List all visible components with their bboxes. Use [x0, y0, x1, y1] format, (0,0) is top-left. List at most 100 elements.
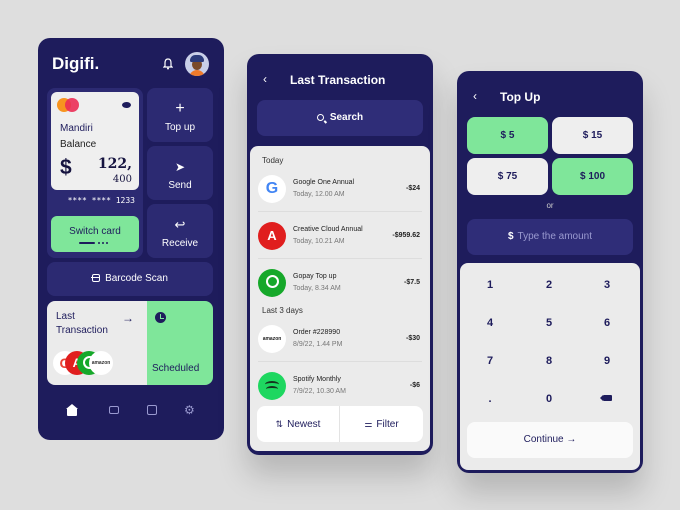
top-up-button[interactable]: + Top up [147, 88, 213, 142]
arrow-right-icon: → [122, 311, 134, 325]
merchant-logos: G A amazon [53, 351, 123, 377]
page-title: Last Transaction [290, 73, 386, 87]
list-item[interactable]: amazon Order #228990 8/9/22, 1.44 PM -$3… [258, 316, 422, 362]
settings-icon[interactable]: ⚙ [184, 404, 196, 416]
amount-input[interactable]: $ Type the amount [467, 219, 633, 255]
balance-label: Balance [60, 139, 97, 150]
header: ‹ Top Up [457, 71, 643, 121]
key-0[interactable]: 0 [524, 385, 574, 413]
filter-icon: ⚌ [364, 419, 373, 429]
transaction-time: 8/9/22, 1.44 PM [293, 341, 343, 348]
backspace-icon [599, 395, 612, 401]
spotify-logo-icon [258, 372, 286, 400]
transaction-amount: -$24 [405, 185, 420, 192]
last-transaction-label: Last Transaction [56, 311, 108, 336]
adobe-logo-icon: A [258, 222, 286, 250]
key-3[interactable]: 3 [582, 271, 632, 299]
back-icon[interactable]: ‹ [263, 72, 267, 86]
switch-card-label: Switch card [69, 226, 121, 237]
search-icon [316, 114, 324, 121]
sort-label: Newest [287, 419, 321, 430]
balance-cents: 400 [112, 174, 132, 185]
amount-option[interactable]: $ 15 [552, 117, 633, 154]
filter-label: Filter [376, 419, 399, 430]
bell-icon[interactable] [163, 58, 173, 70]
sort-newest-button[interactable]: ⇅ Newest [257, 406, 340, 442]
scheduled-label: Scheduled [152, 363, 200, 374]
transaction-time: 7/9/22, 10.30 AM [293, 388, 346, 395]
key-decimal[interactable]: . [465, 385, 515, 413]
header: ‹ Last Transaction [247, 54, 433, 104]
list-item[interactable]: A Creative Cloud Annual Today, 10.21 AM … [258, 213, 422, 259]
continue-button[interactable]: Continue → [467, 422, 633, 458]
scheduled-tile[interactable]: Scheduled [147, 301, 213, 385]
send-button[interactable]: ➤ Send [147, 146, 213, 200]
transaction-amount: -$959.62 [392, 232, 420, 239]
send-label: Send [168, 180, 192, 191]
key-4[interactable]: 4 [465, 309, 515, 337]
transaction-time: Today, 12.00 AM [293, 191, 345, 198]
amount-placeholder: Type the amount [517, 231, 593, 242]
backspace-key[interactable] [582, 385, 632, 413]
back-icon[interactable]: ‹ [473, 89, 477, 103]
key-9[interactable]: 9 [582, 347, 632, 375]
plus-icon: + [175, 100, 185, 117]
or-divider: or [546, 201, 554, 210]
eye-icon[interactable] [122, 102, 131, 108]
list-item[interactable]: G Google One Annual Today, 12.00 AM -$24 [258, 166, 422, 212]
app-logo: Digifi. [52, 54, 100, 73]
bottom-nav: ⚙ [38, 398, 224, 422]
section-label: Today [262, 156, 284, 165]
transaction-amount: -$30 [405, 335, 420, 342]
transaction-name: Gopay Top up [293, 273, 337, 280]
transactions-screen: ‹ Last Transaction Search Today G Google… [247, 54, 433, 455]
key-7[interactable]: 7 [465, 347, 515, 375]
send-icon: ➤ [174, 160, 186, 174]
key-2[interactable]: 2 [524, 271, 574, 299]
card-number: **** **** 1233 [67, 196, 135, 205]
clock-icon [155, 312, 166, 323]
transaction-amount: -$7.5 [404, 279, 420, 286]
filter-button[interactable]: ⚌ Filter [340, 406, 423, 442]
chart-icon[interactable] [146, 404, 158, 416]
receive-button[interactable]: ↩ Receive [147, 204, 213, 258]
wallet-panel: Mandiri Balance $ 122, 400 **** **** 123… [47, 88, 143, 258]
list-item[interactable]: Gopay Top up Today, 8.34 AM -$7.5 [258, 260, 422, 306]
barcode-icon [91, 274, 101, 282]
topup-screen: ‹ Top Up $ 5 $ 15 $ 75 $ 100 or $ Type th… [457, 71, 643, 473]
key-5[interactable]: 5 [524, 309, 574, 337]
top-up-label: Top up [164, 122, 196, 133]
mail-icon[interactable] [108, 404, 120, 416]
bank-name: Mandiri [60, 123, 93, 134]
transaction-amount: -$6 [409, 382, 420, 389]
amount-option[interactable]: $ 100 [552, 158, 633, 195]
numeric-keypad: 1 2 3 4 5 6 7 8 9 . 0 Continue → [460, 263, 640, 470]
page-title: Top Up [500, 90, 541, 104]
pager-indicator [79, 242, 109, 245]
balance-card[interactable]: Mandiri Balance $ 122, 400 [51, 92, 139, 190]
transaction-name: Spotify Monthly [293, 376, 341, 383]
receive-label: Receive [161, 238, 199, 249]
key-6[interactable]: 6 [582, 309, 632, 337]
key-8[interactable]: 8 [524, 347, 574, 375]
transaction-name: Google One Annual [293, 179, 355, 186]
home-icon[interactable] [66, 404, 78, 416]
list-item[interactable]: Spotify Monthly 7/9/22, 10.30 AM -$6 [258, 363, 422, 409]
amount-option[interactable]: $ 5 [467, 117, 548, 154]
balance-amount: 122, [97, 156, 132, 172]
search-button[interactable]: Search [257, 100, 423, 136]
transaction-time: Today, 10.21 AM [293, 238, 345, 245]
switch-card-button[interactable]: Switch card [51, 216, 139, 252]
transaction-name: Order #228990 [293, 329, 341, 336]
amazon-logo-icon: amazon [258, 325, 286, 353]
barcode-scan-button[interactable]: Barcode Scan [47, 262, 213, 296]
key-1[interactable]: 1 [465, 271, 515, 299]
amount-option[interactable]: $ 75 [467, 158, 548, 195]
transaction-name: Creative Cloud Annual [293, 226, 363, 233]
home-screen: Digifi. Mandiri Balance $ 122, 400 **** … [38, 38, 224, 440]
mastercard-icon [57, 98, 81, 112]
last-transaction-tile[interactable]: Last Transaction → G A amazon [47, 301, 147, 385]
gopay-logo-icon [258, 269, 286, 297]
currency-symbol: $ [60, 156, 72, 179]
avatar[interactable] [185, 52, 209, 76]
